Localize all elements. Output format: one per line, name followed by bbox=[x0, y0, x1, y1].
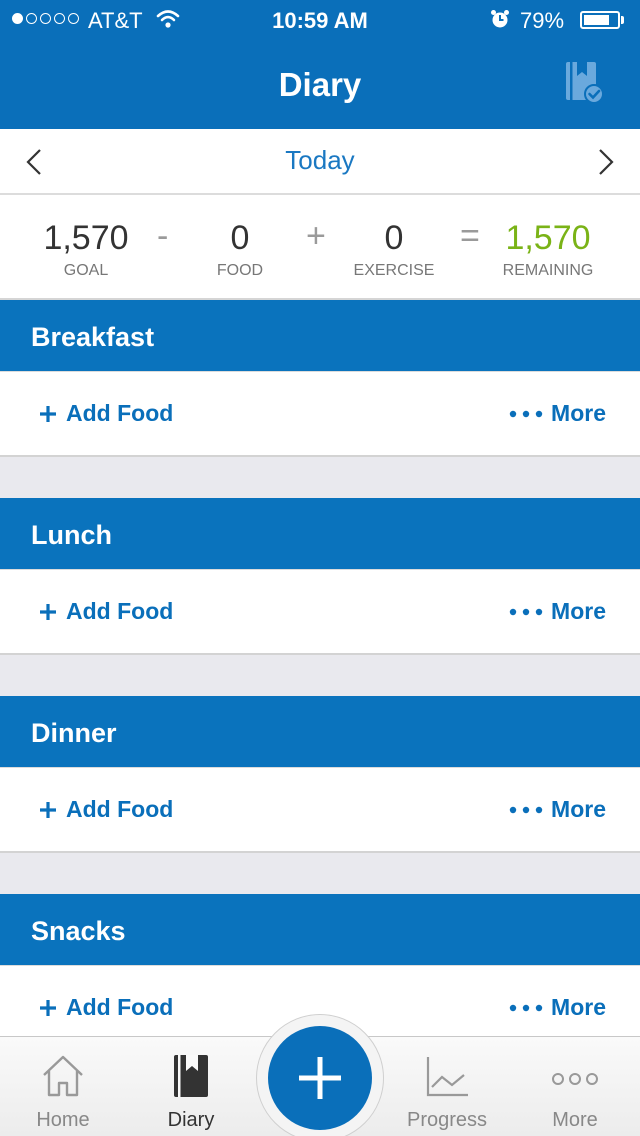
more-options-button[interactable]: More bbox=[509, 400, 606, 427]
plus-icon bbox=[40, 603, 56, 620]
battery-icon bbox=[580, 11, 620, 29]
tab-progress[interactable]: Progress bbox=[392, 1051, 502, 1132]
plus-icon bbox=[40, 999, 56, 1016]
battery-percentage: 79% bbox=[520, 8, 565, 33]
meal-header-snacks: Snacks bbox=[0, 894, 640, 966]
plus-sign: + bbox=[306, 217, 326, 255]
meal-row-breakfast: Add Food More bbox=[0, 371, 640, 457]
current-date[interactable]: Today bbox=[0, 145, 640, 176]
diary-complete-icon[interactable] bbox=[562, 58, 608, 106]
chart-icon bbox=[426, 1057, 468, 1097]
exercise-calories: 0 EXERCISE bbox=[353, 219, 435, 279]
meal-header-breakfast: Breakfast bbox=[0, 300, 640, 372]
meal-header-lunch: Lunch bbox=[0, 498, 640, 570]
meal-row-dinner: Add Food More bbox=[0, 767, 640, 853]
tab-home[interactable]: Home bbox=[8, 1051, 118, 1132]
status-bar: AT&T 10:59 AM 79% bbox=[0, 0, 640, 40]
add-food-button[interactable]: Add Food bbox=[38, 796, 173, 823]
tab-more[interactable]: More bbox=[520, 1051, 630, 1132]
add-food-button[interactable]: Add Food bbox=[38, 994, 173, 1021]
ellipsis-icon bbox=[509, 410, 543, 417]
more-options-button[interactable]: More bbox=[509, 598, 606, 625]
app-header: AT&T 10:59 AM 79% Diary bbox=[0, 0, 640, 129]
remaining-calories: 1,570 REMAINING bbox=[502, 219, 594, 279]
meal-row-lunch: Add Food More bbox=[0, 569, 640, 655]
quick-add-button[interactable] bbox=[268, 1026, 372, 1130]
more-options-button[interactable]: More bbox=[509, 994, 606, 1021]
calorie-summary[interactable]: 1,570 GOAL - 0 FOOD + 0 EXERCISE = 1,570… bbox=[0, 195, 640, 300]
ellipsis-icon bbox=[509, 806, 543, 813]
alarm-icon bbox=[491, 10, 509, 28]
food-calories: 0 FOOD bbox=[216, 219, 264, 279]
chevron-right-icon[interactable] bbox=[594, 147, 618, 177]
more-options-button[interactable]: More bbox=[509, 796, 606, 823]
home-icon bbox=[43, 1055, 83, 1097]
diary-icon bbox=[174, 1055, 208, 1097]
add-food-button[interactable]: Add Food bbox=[38, 400, 173, 427]
ellipsis-icon bbox=[509, 608, 543, 615]
tab-diary[interactable]: Diary bbox=[136, 1051, 246, 1132]
page-title: Diary bbox=[278, 66, 362, 103]
minus-sign: - bbox=[157, 217, 169, 255]
meal-header-dinner: Dinner bbox=[0, 696, 640, 768]
equals-sign: = bbox=[460, 217, 480, 255]
more-dots-icon bbox=[552, 1073, 598, 1085]
date-navigator: Today bbox=[0, 129, 640, 195]
goal-calories: 1,570 GOAL bbox=[43, 219, 129, 279]
add-food-button[interactable]: Add Food bbox=[38, 598, 173, 625]
ellipsis-icon bbox=[509, 1004, 543, 1011]
plus-icon bbox=[299, 1057, 341, 1099]
plus-icon bbox=[40, 405, 56, 422]
plus-icon bbox=[40, 801, 56, 818]
